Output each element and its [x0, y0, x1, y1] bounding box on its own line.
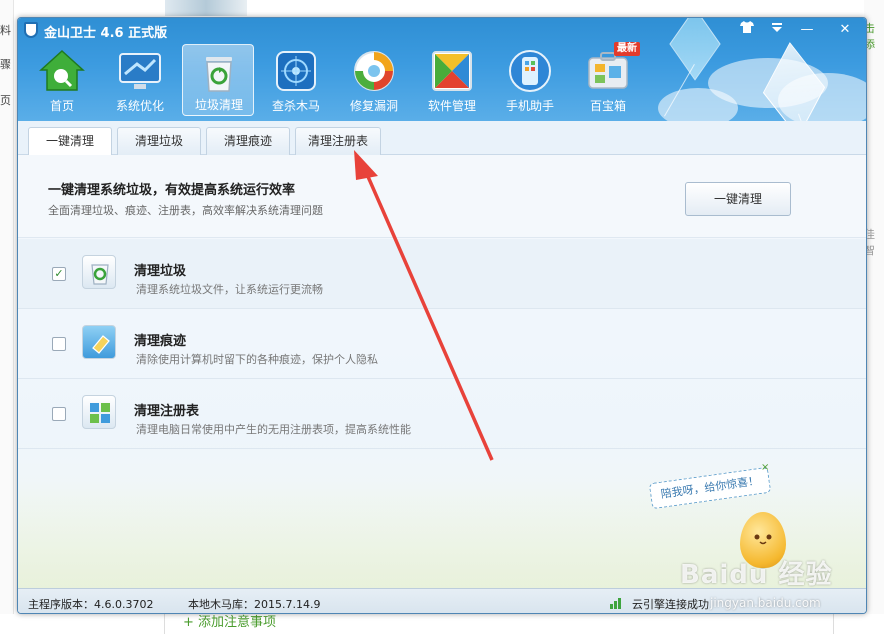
main-menu-button[interactable] — [762, 18, 792, 42]
new-badge: 最新 — [614, 42, 640, 56]
traces-item-title: 清理痕迹 — [134, 334, 187, 349]
recycle-bin-icon — [206, 57, 232, 92]
toolbar-software-manage[interactable]: 软件管理 — [416, 44, 488, 116]
background-left-text-1: 料 — [0, 24, 11, 37]
main-content: 一键清理系统垃圾，有效提高系统运行效率 全面清理垃圾、痕迹、注册表，高效率解决系… — [18, 155, 866, 588]
toolbar-repair-vuln[interactable]: 修复漏洞 — [338, 44, 410, 116]
toolbar-home-label: 首页 — [49, 99, 74, 113]
toolbar-home[interactable]: 首页 — [26, 44, 98, 116]
registry-icon — [82, 395, 116, 429]
toolbar-trojan-scan-label: 查杀木马 — [271, 99, 320, 113]
window-title: 金山卫士 4.6 正式版 — [44, 26, 168, 41]
background-left-text-2: 骤 — [0, 58, 11, 71]
toolbar-junk-clean[interactable]: 垃圾清理 — [182, 44, 254, 116]
tab-clean-registry[interactable]: 清理注册表 — [295, 127, 381, 155]
tab-one-click-clean[interactable]: 一键清理 — [28, 127, 112, 156]
toolbar-phone-assistant-label: 手机助手 — [505, 99, 554, 113]
shield-scan-icon — [276, 51, 316, 91]
program-version: 主程序版本：4.6.0.3702 — [28, 598, 154, 611]
eraser-icon — [82, 325, 116, 359]
close-button[interactable]: ✕ — [828, 18, 862, 42]
toolbar-system-optimize[interactable]: 系统优化 — [104, 44, 176, 116]
title-bar[interactable]: 金山卫士 4.6 正式版 — ✕ — [18, 18, 866, 42]
background-right-column: 击添 佳智 — [864, 0, 884, 634]
toolbar-software-manage-label: 软件管理 — [427, 99, 476, 113]
background-left-text-3: 页 — [0, 94, 11, 107]
add-note-link[interactable]: + 添加注意事项 — [164, 612, 834, 634]
background-left-column: 料 骤 页 — [0, 0, 14, 634]
baidu-watermark: Baidu 经验 — [680, 560, 833, 590]
traces-item-desc: 清除使用计算机时留下的各种痕迹，保护个人隐私 — [136, 353, 378, 366]
mascot-close-button[interactable]: × — [761, 462, 769, 473]
hero-title: 一键清理系统垃圾，有效提高系统运行效率 — [48, 183, 296, 198]
baidu-watermark-url: jingyan.baidu.com — [710, 596, 821, 610]
phone-icon — [509, 50, 551, 92]
repair-icon — [354, 51, 394, 91]
toolbar-system-optimize-label: 系统优化 — [115, 99, 164, 113]
toolbar-repair-vuln-label: 修复漏洞 — [349, 99, 398, 113]
registry-item-desc: 清理电脑日常使用中产生的无用注册表项，提高系统性能 — [136, 423, 411, 436]
monitor-icon — [119, 53, 161, 89]
toolbar-trojan-scan[interactable]: 查杀木马 — [260, 44, 332, 116]
hero-subtitle: 全面清理垃圾、痕迹、注册表，高效率解决系统清理问题 — [48, 204, 323, 217]
tab-clean-traces[interactable]: 清理痕迹 — [206, 127, 290, 155]
shield-logo-icon — [24, 22, 38, 38]
registry-checkbox[interactable] — [52, 407, 66, 421]
toolbar-toolbox-label: 百宝箱 — [589, 99, 626, 113]
background-right-text: 佳智 — [864, 228, 875, 257]
clean-item-registry[interactable]: 清理注册表 清理电脑日常使用中产生的无用注册表项，提高系统性能 — [18, 379, 866, 449]
home-icon — [39, 49, 85, 91]
junk-item-desc: 清理系统垃圾文件，让系统运行更流畅 — [136, 283, 323, 296]
skin-button[interactable] — [732, 18, 762, 42]
recycle-icon — [82, 255, 116, 289]
trojan-db-version: 本地木马库：2015.7.14.9 — [188, 598, 321, 611]
background-add-link[interactable]: 击添 — [864, 20, 884, 52]
background-image-strip — [165, 0, 247, 16]
minimize-button[interactable]: — — [792, 18, 822, 42]
toolbar-phone-assistant[interactable]: 手机助手 — [494, 44, 566, 116]
toolbar-junk-clean-label: 垃圾清理 — [194, 98, 243, 112]
mascot-face-icon — [754, 534, 772, 545]
header-banner: 金山卫士 4.6 正式版 — ✕ 首页 系统优化 垃圾清理 查杀木马 修复漏洞 … — [18, 18, 866, 121]
tab-strip: 一键清理 清理垃圾 清理痕迹 清理注册表 — [18, 121, 866, 156]
traces-checkbox[interactable] — [52, 337, 66, 351]
clean-item-traces[interactable]: 清理痕迹 清除使用计算机时留下的各种痕迹，保护个人隐私 — [18, 309, 866, 379]
app-window: 金山卫士 4.6 正式版 — ✕ 首页 系统优化 垃圾清理 查杀木马 修复漏洞 … — [17, 17, 867, 614]
junk-checkbox[interactable]: ✓ — [52, 267, 66, 281]
software-icon — [432, 51, 472, 91]
clean-item-junk[interactable]: ✓ 清理垃圾 清理系统垃圾文件，让系统运行更流畅 — [18, 239, 866, 309]
registry-item-title: 清理注册表 — [134, 404, 200, 419]
cloud-engine-status: 云引擎连接成功 — [632, 598, 709, 611]
one-click-clean-button[interactable]: 一键清理 — [685, 182, 791, 216]
junk-item-title: 清理垃圾 — [134, 264, 187, 279]
dropdown-icon — [772, 23, 782, 32]
tab-clean-junk[interactable]: 清理垃圾 — [117, 127, 201, 155]
signal-icon — [610, 597, 626, 609]
hero-panel: 一键清理系统垃圾，有效提高系统运行效率 全面清理垃圾、痕迹、注册表，高效率解决系… — [18, 155, 866, 238]
shirt-icon — [740, 21, 754, 33]
